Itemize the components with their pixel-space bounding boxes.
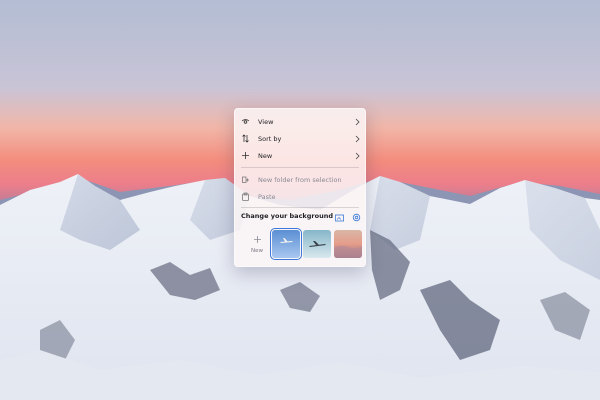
menu-item-label: View — [258, 117, 274, 126]
background-thumbnail-1[interactable] — [270, 228, 302, 260]
gear-icon — [352, 207, 361, 226]
background-thumbnail-2[interactable] — [303, 230, 331, 258]
blue-airplane-thumbnail — [272, 230, 300, 258]
view-icon — [241, 117, 250, 126]
menu-item-label: New folder from selection — [258, 175, 342, 184]
change-background-title: Change your background — [241, 212, 333, 220]
chevron-right-icon — [354, 152, 360, 160]
menu-item-label: New — [258, 151, 273, 160]
desktop-context-menu: View Sort by New New folder from selecti… — [234, 108, 366, 267]
new-background-button[interactable]: New — [243, 230, 271, 258]
new-folder-icon — [241, 175, 250, 184]
menu-item-view[interactable]: View — [235, 113, 365, 130]
menu-item-new-folder-from-selection[interactable]: New folder from selection — [235, 171, 365, 188]
chevron-right-icon — [354, 135, 360, 143]
plus-icon — [253, 235, 262, 246]
paste-icon — [241, 192, 250, 201]
menu-separator — [241, 167, 359, 168]
background-settings-button[interactable] — [351, 211, 361, 221]
teal-airplane-thumbnail — [303, 230, 331, 258]
menu-item-sort-by[interactable]: Sort by — [235, 130, 365, 147]
menu-item-label: Sort by — [258, 134, 282, 143]
sunset-clouds-thumbnail — [334, 230, 362, 258]
personalize-background-button[interactable] — [334, 211, 344, 221]
background-thumbnail-3[interactable] — [334, 230, 362, 258]
sort-icon — [241, 134, 250, 143]
new-background-label: New — [251, 247, 263, 254]
menu-item-new[interactable]: New — [235, 147, 365, 164]
background-picture-icon — [334, 207, 344, 226]
menu-item-label: Paste — [258, 192, 276, 201]
menu-item-paste[interactable]: Paste — [235, 188, 365, 205]
chevron-right-icon — [354, 118, 360, 126]
plus-icon — [241, 151, 250, 160]
